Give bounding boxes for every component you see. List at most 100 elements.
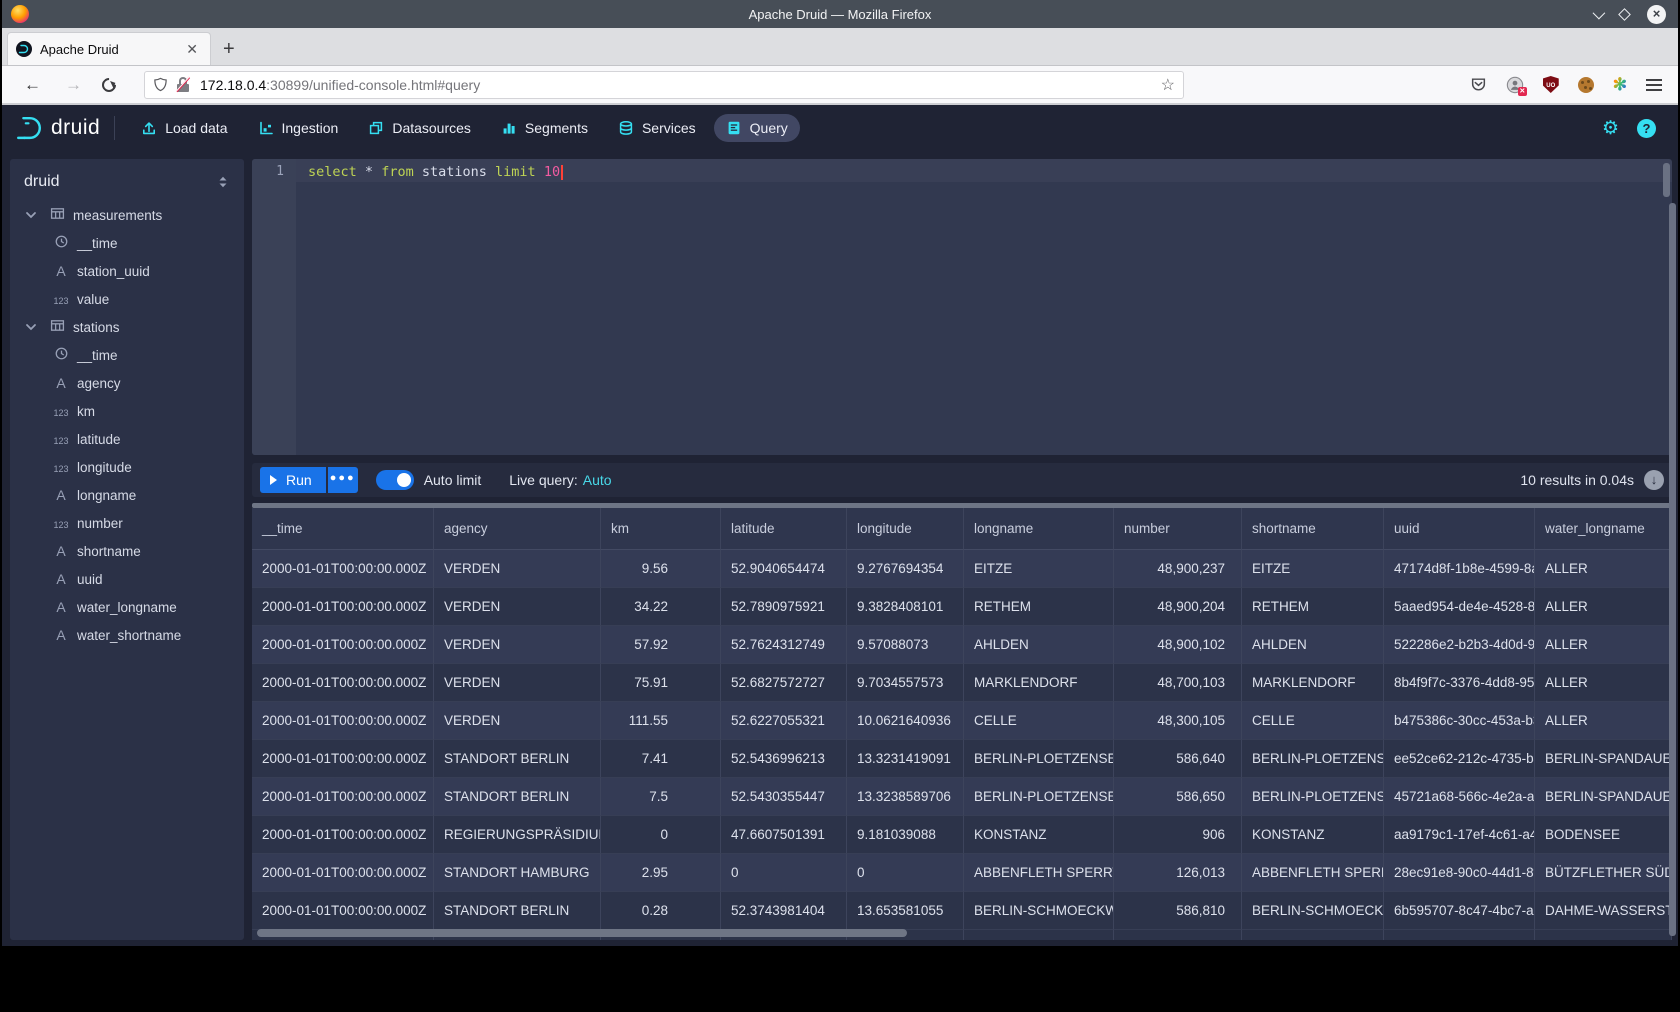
- table-cell[interactable]: 47174d8f-1b8e-4599-8a: [1384, 550, 1535, 588]
- table-cell[interactable]: EITZE: [1242, 550, 1384, 588]
- table-cell[interactable]: VERDEN: [434, 588, 601, 626]
- maximize-icon[interactable]: [1618, 8, 1631, 21]
- table-cell[interactable]: AHLDEN: [964, 626, 1114, 664]
- table-cell[interactable]: 6b595707-8c47-4bc7-a8: [1384, 892, 1535, 930]
- table-cell[interactable]: EITZE: [964, 550, 1114, 588]
- table-cell[interactable]: 5aaed954-de4e-4528-8f: [1384, 588, 1535, 626]
- table-cell[interactable]: 126,013: [1114, 854, 1242, 892]
- new-tab-button[interactable]: +: [211, 38, 247, 65]
- sort-icon[interactable]: [216, 174, 230, 190]
- nav-item-ingestion[interactable]: Ingestion: [246, 114, 351, 142]
- table-vertical-scrollbar[interactable]: [1669, 203, 1676, 936]
- table-cell[interactable]: 52.9040654474: [721, 550, 847, 588]
- column-header-agency[interactable]: agency: [434, 508, 601, 550]
- query-editor[interactable]: 1 select * from stations limit 10: [252, 159, 1672, 455]
- nav-item-segments[interactable]: Segments: [489, 114, 600, 142]
- table-cell[interactable]: ALLER: [1535, 702, 1672, 740]
- table-cell[interactable]: ABBENFLETH SPERRWERK: [1242, 854, 1384, 892]
- table-cell[interactable]: BÜTZFLETHER SÜDERELBE: [1535, 854, 1672, 892]
- table-cell[interactable]: KONSTANZ: [1242, 816, 1384, 854]
- schema-column-agency[interactable]: Aagency: [10, 369, 244, 397]
- table-cell[interactable]: 2000-01-01T00:00:00.000Z: [252, 740, 434, 778]
- table-cell[interactable]: 48,700,103: [1114, 664, 1242, 702]
- table-cell[interactable]: 7.5: [601, 778, 721, 816]
- column-header-longitude[interactable]: longitude: [847, 508, 964, 550]
- column-header-number[interactable]: number: [1114, 508, 1242, 550]
- table-cell[interactable]: 47.6607501391: [721, 816, 847, 854]
- table-cell[interactable]: BERLIN-SCHMOECKWITZ: [1242, 892, 1384, 930]
- auto-limit-toggle[interactable]: [376, 470, 414, 490]
- table-cell[interactable]: VERDEN: [434, 664, 601, 702]
- table-cell[interactable]: 9.3828408101: [847, 588, 964, 626]
- schema-column-time[interactable]: __time: [10, 229, 244, 257]
- cookie-extension-icon[interactable]: [1578, 77, 1594, 93]
- forward-button[interactable]: →: [53, 75, 94, 95]
- table-cell[interactable]: 48,900,102: [1114, 626, 1242, 664]
- table-cell[interactable]: 0: [847, 854, 964, 892]
- chevron-down-icon[interactable]: [24, 208, 38, 222]
- table-cell[interactable]: 45721a68-566c-4e2a-a6: [1384, 778, 1535, 816]
- table-cell[interactable]: 2000-01-01T00:00:00.000Z: [252, 778, 434, 816]
- table-cell[interactable]: 9.56: [601, 550, 721, 588]
- druid-logo[interactable]: druid: [14, 113, 100, 143]
- table-cell[interactable]: 57.92: [601, 626, 721, 664]
- table-cell[interactable]: 28ec91e8-90c0-44d1-8fc: [1384, 854, 1535, 892]
- nav-item-load-data[interactable]: Load data: [129, 114, 239, 142]
- table-cell[interactable]: MARKLENDORF: [1242, 664, 1384, 702]
- table-cell[interactable]: VERDEN: [434, 550, 601, 588]
- bookmark-star-icon[interactable]: ☆: [1161, 75, 1175, 95]
- table-cell[interactable]: 9.7034557573: [847, 664, 964, 702]
- table-cell[interactable]: 13.3238589706: [847, 778, 964, 816]
- table-cell[interactable]: BERLIN-SPANDAUER-SCH: [1535, 778, 1672, 816]
- table-cell[interactable]: 52.3743981404: [721, 892, 847, 930]
- table-cell[interactable]: 522286e2-b2b3-4d0d-9a: [1384, 626, 1535, 664]
- nav-item-query[interactable]: Query: [714, 114, 800, 142]
- table-cell[interactable]: RETHEM: [1242, 588, 1384, 626]
- schema-column-longname[interactable]: Alongname: [10, 481, 244, 509]
- tab-apache-druid[interactable]: Apache Druid ✕: [7, 32, 211, 65]
- table-cell[interactable]: VERDEN: [434, 702, 601, 740]
- table-cell[interactable]: 586,640: [1114, 740, 1242, 778]
- table-cell[interactable]: BERLIN-PLOETZENSEE OW: [964, 740, 1114, 778]
- column-header-shortname[interactable]: shortname: [1242, 508, 1384, 550]
- table-cell[interactable]: ALLER: [1535, 550, 1672, 588]
- table-cell[interactable]: 2000-01-01T00:00:00.000Z: [252, 664, 434, 702]
- table-cell[interactable]: 586,810: [1114, 892, 1242, 930]
- table-cell[interactable]: 2000-01-01T00:00:00.000Z: [252, 626, 434, 664]
- table-cell[interactable]: 2000-01-01T00:00:00.000Z: [252, 588, 434, 626]
- column-header-longname[interactable]: longname: [964, 508, 1114, 550]
- editor-scrollbar[interactable]: [1663, 163, 1670, 197]
- table-cell[interactable]: 586,650: [1114, 778, 1242, 816]
- table-horizontal-scrollbar[interactable]: [257, 929, 907, 937]
- table-cell[interactable]: CELLE: [1242, 702, 1384, 740]
- table-cell[interactable]: 8b4f9f7c-3376-4dd8-95c: [1384, 664, 1535, 702]
- menu-icon[interactable]: [1646, 79, 1662, 91]
- table-cell[interactable]: 52.7890975921: [721, 588, 847, 626]
- table-cell[interactable]: 52.7624312749: [721, 626, 847, 664]
- tab-close-icon[interactable]: ✕: [182, 41, 202, 58]
- back-button[interactable]: ←: [12, 75, 53, 95]
- table-cell[interactable]: 9.181039088: [847, 816, 964, 854]
- column-header-km[interactable]: km: [601, 508, 721, 550]
- table-cell[interactable]: 2.95: [601, 854, 721, 892]
- schema-column-shortname[interactable]: Ashortname: [10, 537, 244, 565]
- table-cell[interactable]: BERLIN-SCHMOECKWITZ: [964, 892, 1114, 930]
- table-cell[interactable]: 52.5430355447: [721, 778, 847, 816]
- table-cell[interactable]: CELLE: [964, 702, 1114, 740]
- table-cell[interactable]: RETHEM: [964, 588, 1114, 626]
- table-cell[interactable]: STANDORT BERLIN: [434, 778, 601, 816]
- gear-icon[interactable]: ⚙: [1602, 117, 1619, 140]
- nav-item-datasources[interactable]: Datasources: [356, 114, 483, 142]
- ublock-icon[interactable]: UO: [1543, 76, 1559, 93]
- table-cell[interactable]: 10.0621640936: [847, 702, 964, 740]
- table-cell[interactable]: 2000-01-01T00:00:00.000Z: [252, 892, 434, 930]
- schema-column-latitude[interactable]: 123latitude: [10, 425, 244, 453]
- extension-profile-icon[interactable]: ✕: [1506, 76, 1524, 94]
- table-cell[interactable]: 52.5436996213: [721, 740, 847, 778]
- chevron-down-icon[interactable]: [24, 320, 38, 334]
- table-cell[interactable]: 2000-01-01T00:00:00.000Z: [252, 550, 434, 588]
- column-header-uuid[interactable]: uuid: [1384, 508, 1535, 550]
- reload-button[interactable]: [99, 75, 119, 95]
- table-cell[interactable]: 0: [721, 854, 847, 892]
- table-cell[interactable]: REGIERUNGSPRÄSIDIUM: [434, 816, 601, 854]
